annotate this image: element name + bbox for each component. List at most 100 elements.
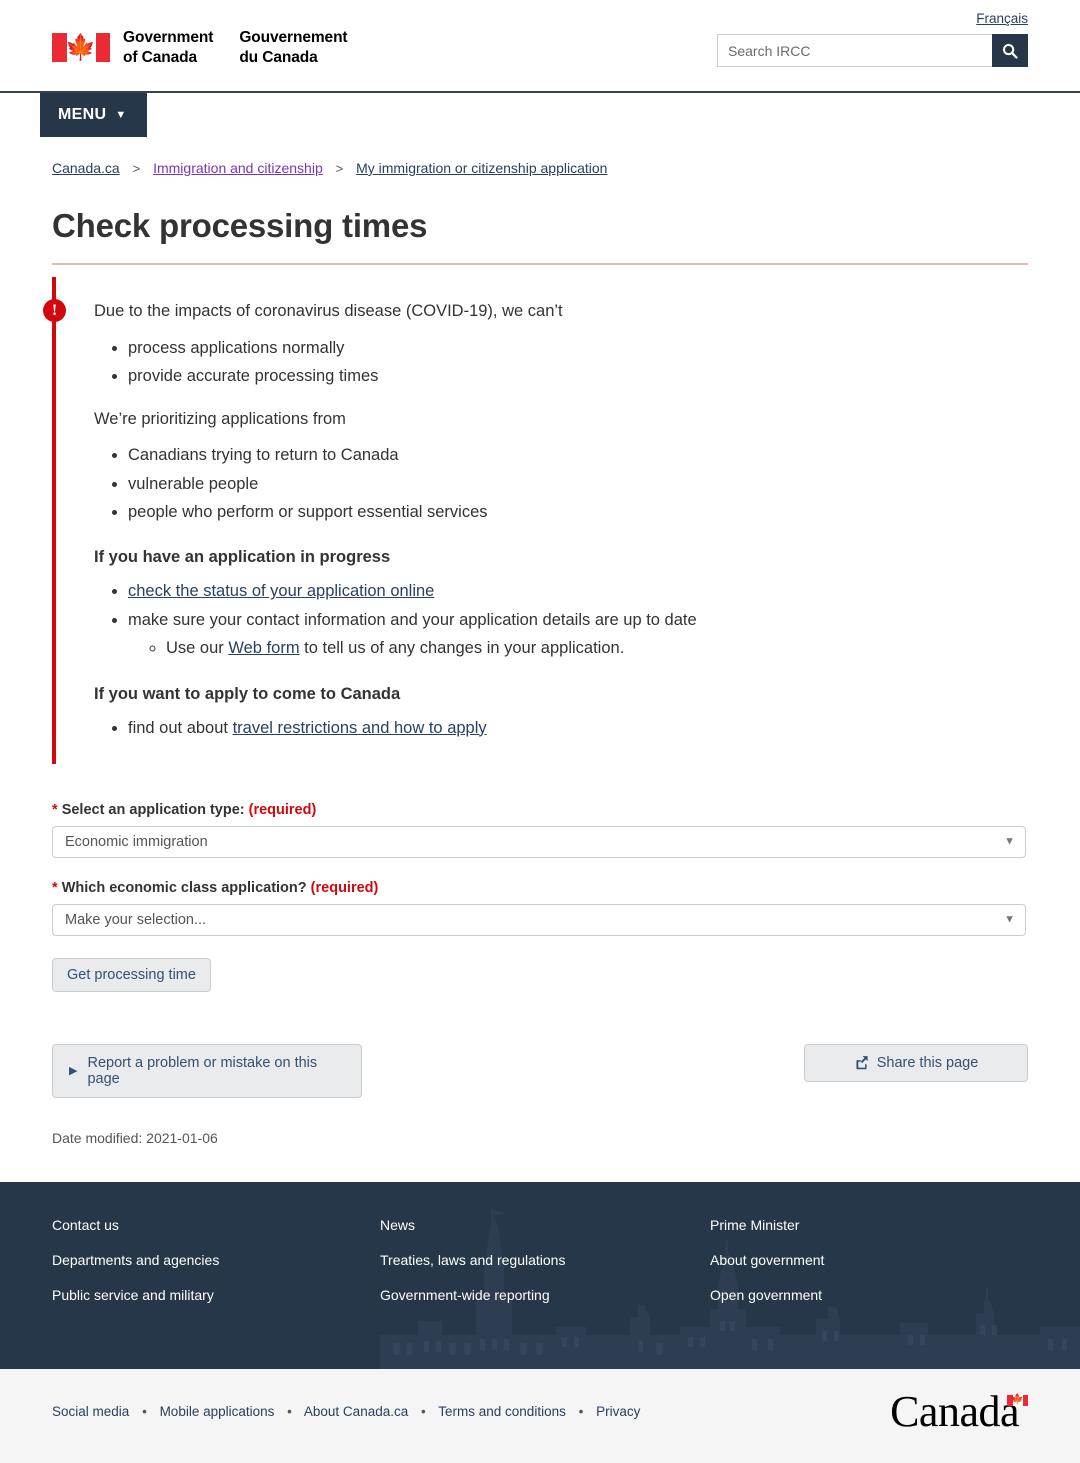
alert-apply-list: find out about travel restrictions and h…	[94, 714, 1028, 742]
footer-column-2: News Treaties, laws and regulations Gove…	[380, 1218, 710, 1323]
share-icon	[856, 1056, 868, 1070]
alert-prioritizing-list: Canadians trying to return to Canada vul…	[94, 441, 1028, 526]
canada-flag-icon: 🍁	[1007, 1394, 1028, 1406]
footer-column-1: Contact us Departments and agencies Publ…	[52, 1218, 380, 1323]
footer-link-departments-and-agencies[interactable]: Departments and agencies	[52, 1253, 219, 1267]
required-text: (required)	[310, 879, 379, 896]
list-item: process applications normally	[128, 334, 1028, 362]
footer-link-mobile-applications[interactable]: Mobile applications	[160, 1404, 275, 1419]
footer-link-columns: Contact us Departments and agencies Publ…	[52, 1218, 1028, 1323]
list-item: Use our Web form to tell us of any chang…	[166, 634, 1028, 662]
language-toggle-row: Français	[52, 0, 1028, 26]
breadcrumb-item-my-application[interactable]: My immigration or citizenship applicatio…	[356, 160, 607, 176]
travel-restrictions-prefix: find out about	[128, 718, 233, 737]
footer-link-treaties-laws-regulations[interactable]: Treaties, laws and regulations	[380, 1253, 565, 1267]
economic-class-select[interactable]: Make your selection...	[52, 903, 1026, 936]
web-form-link[interactable]: Web form	[228, 639, 299, 657]
list-item: make sure your contact information and y…	[128, 606, 1028, 663]
site-footer: Contact us Departments and agencies Publ…	[0, 1181, 1080, 1463]
footer-link-social-media[interactable]: Social media	[52, 1404, 129, 1419]
government-of-canada-signature[interactable]: 🍁 Government of Canada Gouvernement du C…	[52, 28, 348, 68]
page-feedback-row: ▶ Report a problem or mistake on this pa…	[52, 1043, 1028, 1098]
main-content: Check processing times ! Due to the impa…	[0, 207, 1080, 1182]
fip-fr-line2: du Canada	[239, 48, 318, 66]
footer-link-privacy[interactable]: Privacy	[596, 1404, 640, 1419]
web-form-suffix: to tell us of any changes in your applic…	[299, 639, 625, 658]
share-this-page-label: Share this page	[876, 1054, 979, 1071]
list-item: Canadians trying to return to Canada	[128, 441, 1028, 469]
processing-time-form: * Select an application type: (required)…	[52, 802, 1028, 992]
search-icon	[1003, 43, 1018, 59]
footer-separator: •	[287, 1404, 292, 1420]
fip-wordmark: Government of Canada Gouvernement du Can…	[123, 28, 348, 68]
application-type-select-wrapper: Economic immigration ▼	[52, 825, 1026, 858]
footer-link-contact-us[interactable]: Contact us	[52, 1218, 119, 1232]
footer-separator: •	[421, 1404, 426, 1420]
language-toggle-link[interactable]: Français	[976, 11, 1028, 26]
report-problem-label: Report a problem or mistake on this page	[87, 1054, 318, 1087]
canada-wordmark: Canada 🍁	[890, 1389, 1028, 1433]
site-search	[717, 34, 1028, 67]
required-star: *	[52, 801, 58, 818]
breadcrumb: Canada.ca > Immigration and citizenship …	[0, 138, 1080, 179]
alert-in-progress-sublist: Use our Web form to tell us of any chang…	[128, 634, 1028, 662]
footer-link-open-government[interactable]: Open government	[710, 1288, 822, 1302]
alert-in-progress-list: check the status of your application onl…	[94, 577, 1028, 662]
fip-en-line1: Government	[123, 29, 214, 46]
list-item: vulnerable people	[128, 470, 1028, 498]
page-title: Check processing times	[52, 207, 1028, 265]
list-item: check the status of your application onl…	[128, 577, 1028, 605]
get-processing-time-button[interactable]: Get processing time	[52, 957, 211, 992]
footer-link-government-wide-reporting[interactable]: Government-wide reporting	[380, 1288, 550, 1302]
alert-heading-in-progress: If you have an application in progress	[94, 548, 391, 567]
chevron-down-icon: ▼	[115, 109, 127, 121]
required-star: *	[52, 879, 58, 896]
alert-intro-text: Due to the impacts of coronavirus diseas…	[94, 302, 563, 320]
menu-button[interactable]: MENU ▼	[40, 93, 147, 137]
footer-main: Contact us Departments and agencies Publ…	[0, 1181, 1080, 1369]
site-header: Français 🍁 Government of Canada Gouverne…	[0, 0, 1080, 93]
report-problem-button[interactable]: ▶ Report a problem or mistake on this pa…	[52, 1043, 362, 1098]
footer-link-prime-minister[interactable]: Prime Minister	[710, 1218, 799, 1232]
travel-restrictions-link[interactable]: travel restrictions and how to apply	[233, 719, 487, 737]
breadcrumb-item-immigration-and-citizenship[interactable]: Immigration and citizenship	[153, 160, 323, 176]
footer-link-terms-and-conditions[interactable]: Terms and conditions	[438, 1404, 566, 1419]
menu-button-label: MENU	[58, 106, 107, 123]
list-item: provide accurate processing times	[128, 362, 1028, 390]
list-item: find out about travel restrictions and h…	[128, 714, 1028, 742]
share-this-page-button[interactable]: Share this page	[804, 1043, 1028, 1082]
search-button[interactable]	[992, 34, 1028, 67]
breadcrumb-item-canada-ca[interactable]: Canada.ca	[52, 160, 120, 176]
breadcrumb-separator: >	[132, 161, 141, 176]
breadcrumb-separator: >	[335, 161, 344, 176]
footer-separator: •	[142, 1404, 147, 1420]
footer-column-3: Prime Minister About government Open gov…	[710, 1218, 1028, 1323]
application-type-select[interactable]: Economic immigration	[52, 825, 1026, 858]
alert-cant-list: process applications normally provide ac…	[94, 334, 1028, 391]
main-menu-bar: MENU ▼	[0, 93, 1080, 138]
alert-prioritizing-lead: We’re prioritizing applications from	[94, 409, 346, 428]
fip-fr-line1: Gouvernement	[239, 29, 348, 46]
economic-class-label-text: Which economic class application?	[61, 879, 307, 896]
footer-sub-links: Social media • Mobile applications • Abo…	[52, 1404, 640, 1419]
brand-row: 🍁 Government of Canada Gouvernement du C…	[52, 26, 1028, 68]
list-item: people who perform or support essential …	[128, 498, 1028, 526]
footer-link-about-government[interactable]: About government	[710, 1253, 824, 1267]
economic-class-select-wrapper: Make your selection... ▼	[52, 903, 1026, 936]
footer-link-public-service-and-military[interactable]: Public service and military	[52, 1288, 214, 1302]
check-status-online-link[interactable]: check the status of your application onl…	[128, 582, 434, 600]
footer-separator: •	[578, 1404, 584, 1420]
fip-en-line2: of Canada	[123, 48, 198, 66]
canada-flag-icon: 🍁	[52, 33, 110, 63]
economic-class-label: * Which economic class application? (req…	[52, 880, 1028, 896]
date-modified: Date modified: 2021-01-06	[52, 1129, 218, 1146]
search-input[interactable]	[717, 34, 992, 67]
footer-link-news[interactable]: News	[380, 1218, 415, 1232]
page-root: Français 🍁 Government of Canada Gouverne…	[0, 0, 1080, 1463]
application-type-label-text: Select an application type:	[61, 801, 245, 818]
footer-link-about-canada-ca[interactable]: About Canada.ca	[304, 1404, 408, 1419]
triangle-right-icon: ▶	[69, 1065, 78, 1078]
web-form-prefix: Use our	[166, 639, 229, 658]
required-text: (required)	[248, 801, 317, 818]
application-type-label: * Select an application type: (required)	[52, 802, 1028, 818]
